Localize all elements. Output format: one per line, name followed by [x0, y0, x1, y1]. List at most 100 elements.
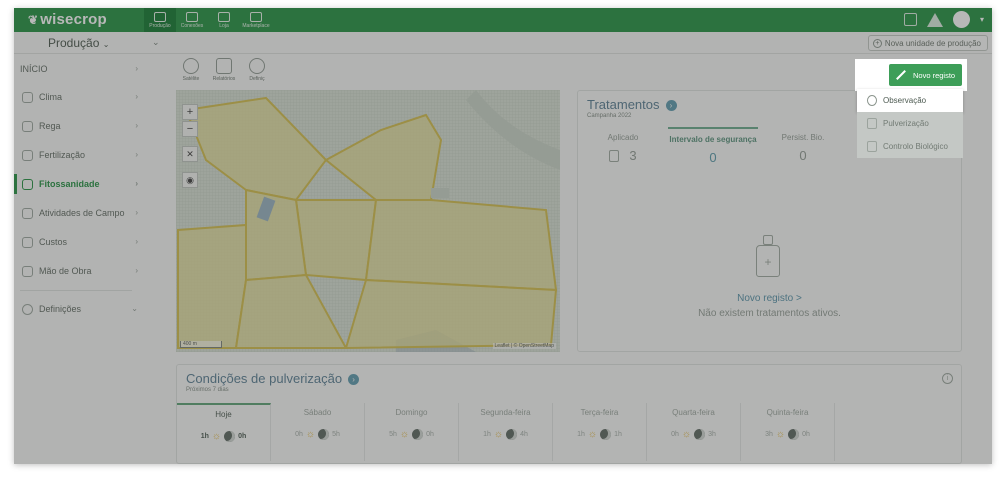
day-tab[interactable]: Terça-feira 1h ☼ 1h	[553, 403, 647, 461]
spray-subtitle: Próximos 7 dias	[186, 387, 229, 393]
arrow-right-icon[interactable]: ›	[665, 100, 677, 111]
tab-persistencia[interactable]: Persist. Bio. 0	[758, 127, 848, 187]
day-name: Segunda-feira	[480, 408, 531, 417]
day-hours: 5h	[389, 431, 397, 438]
menu-item-observacao[interactable]: Observação	[857, 89, 963, 112]
new-unit-label: Nova unidade de produção	[884, 38, 981, 48]
moon-icon	[694, 429, 706, 440]
sidebar-item-atividades[interactable]: Atividades de Campo ›	[14, 201, 144, 225]
nav-label: Marketplace	[242, 22, 270, 29]
tab-value: 0	[799, 148, 807, 163]
tab-label: Aplicado	[607, 133, 639, 142]
map-settings-button[interactable]: Definiç	[242, 58, 272, 82]
day-tab[interactable]: Quarta-feira 0h ☼ 3h	[647, 403, 741, 461]
nav-marketplace[interactable]: Marketplace	[240, 8, 272, 32]
map-tool-label: Definiç	[249, 76, 265, 82]
sidebar-item-fitossanidade[interactable]: Fitossanidade ›	[14, 172, 144, 196]
sidebar-item-fertilizacao[interactable]: Fertilização ›	[14, 143, 144, 167]
sidebar-item-label: Fertilização	[39, 150, 86, 160]
logo[interactable]: ❦ wisecrop	[28, 11, 107, 28]
sidebar-item-custos[interactable]: Custos ›	[14, 230, 144, 254]
nav-conexoes[interactable]: Conexões	[176, 8, 208, 32]
sidebar-item-inicio[interactable]: INÍCIO ›	[14, 57, 144, 81]
arrow-right-icon[interactable]: ›	[348, 374, 360, 385]
nav-loja[interactable]: Loja	[208, 8, 240, 32]
collapse-icon[interactable]: ⌄	[152, 37, 160, 48]
coins-icon	[22, 236, 33, 248]
zoom-out-button[interactable]: −	[182, 121, 198, 137]
new-record-link[interactable]: Novo registo >	[578, 293, 961, 304]
chevron-right-icon: ›	[135, 266, 138, 275]
day-tab[interactable]: Hoje 1h ☼ 0h	[177, 403, 271, 461]
field-map[interactable]: + − ✕ ◉ 400 m Leaflet | © OpenStreetMap	[176, 90, 560, 352]
nav-producao[interactable]: Produção	[144, 8, 176, 32]
chevron-right-icon: ›	[135, 64, 138, 73]
home-icon	[154, 11, 166, 22]
chevron-down-icon[interactable]: ▾	[980, 15, 984, 24]
tab-intervalo-seguranca[interactable]: Intervalo de segurança 0	[668, 127, 758, 187]
day-hours: 0h	[295, 431, 303, 438]
locate-button[interactable]: ◉	[182, 172, 198, 188]
chevron-right-icon: ›	[135, 121, 138, 130]
sun-icon: ☼	[775, 429, 786, 440]
day-tab[interactable]: Sábado 0h ☼ 5h	[271, 403, 365, 461]
menu-item-controlo-biologico[interactable]: Controlo Biológico	[857, 135, 963, 158]
new-record-button[interactable]: Novo registo	[889, 64, 962, 86]
tab-value: 3	[629, 148, 637, 163]
production-select[interactable]: Produção ⌄	[48, 36, 109, 50]
plus-icon: +	[872, 38, 882, 48]
info-icon[interactable]: i	[942, 373, 953, 384]
sidebar-item-mao-de-obra[interactable]: Mão de Obra ›	[14, 259, 144, 283]
chevron-right-icon: ›	[135, 179, 138, 188]
treatments-title: Tratamentos ›	[587, 97, 677, 112]
top-nav: Produção Conexões Loja Marketplace	[144, 8, 272, 32]
menu-item-label: Controlo Biológico	[883, 142, 948, 151]
gear-icon	[22, 303, 33, 315]
sun-icon: ☼	[399, 429, 410, 440]
moon-icon	[412, 429, 424, 440]
day-name: Domingo	[395, 408, 428, 417]
tasks-icon[interactable]	[903, 13, 917, 26]
day-hours: 1h	[577, 431, 585, 438]
spray-conditions-card: Condições de pulverização › Próximos 7 di…	[176, 364, 962, 464]
report-icon	[216, 58, 232, 74]
magnifier-icon	[867, 95, 877, 106]
production-select-label: Produção	[48, 36, 100, 50]
marketplace-icon	[250, 11, 262, 22]
new-record-label: Novo registo	[913, 70, 956, 80]
satellite-button[interactable]: Satélite	[176, 58, 206, 82]
day-tab[interactable]: Segunda-feira 1h ☼ 4h	[459, 403, 553, 461]
reports-button[interactable]: Relatórios	[209, 58, 239, 82]
nav-label: Loja	[219, 22, 229, 29]
day-hours: 1h	[483, 431, 491, 438]
new-unit-button[interactable]: + Nova unidade de produção	[867, 35, 988, 51]
day-name: Quarta-feira	[672, 408, 715, 417]
day-tab[interactable]: Domingo 5h ☼ 0h	[365, 403, 459, 461]
avatar[interactable]	[952, 11, 970, 28]
moon-icon	[506, 429, 518, 440]
sidebar-item-rega[interactable]: Rega ›	[14, 114, 144, 138]
sidebar-item-definicoes[interactable]: Definições ⌄	[14, 297, 144, 321]
night-hours: 3h	[708, 431, 716, 438]
chevron-right-icon: ›	[135, 150, 138, 159]
menu-item-pulverizacao[interactable]: Pulverização	[857, 112, 963, 135]
day-tab[interactable]: Quinta-feira 3h ☼ 0h	[741, 403, 835, 461]
sidebar-item-clima[interactable]: Clima ›	[14, 85, 144, 109]
chevron-right-icon: ›	[135, 92, 138, 101]
sprayer-icon	[609, 150, 620, 162]
sidebar-item-label: Atividades de Campo	[39, 208, 125, 218]
tab-label: Intervalo de segurança	[669, 135, 757, 144]
alert-icon[interactable]	[926, 12, 943, 27]
treatments-subtitle: Campanha 2022	[587, 113, 632, 119]
spray-days: Hoje 1h ☼ 0h Sábado 0h ☼ 5h Domingo 5h ☼ 0h Segun…	[177, 403, 835, 461]
expand-icon: ✕	[186, 149, 194, 159]
network-icon	[186, 11, 198, 22]
spray-title: Condições de pulverização ›	[186, 371, 360, 386]
tab-aplicado[interactable]: Aplicado 3	[578, 127, 668, 187]
zoom-in-button[interactable]: +	[182, 104, 198, 120]
map-attribution[interactable]: Leaflet | © OpenStreetMap	[492, 343, 556, 349]
menu-item-label: Observação	[883, 96, 927, 105]
sun-icon: ☼	[681, 429, 692, 440]
fullscreen-button[interactable]: ✕	[182, 146, 198, 162]
night-hours: 0h	[426, 431, 434, 438]
